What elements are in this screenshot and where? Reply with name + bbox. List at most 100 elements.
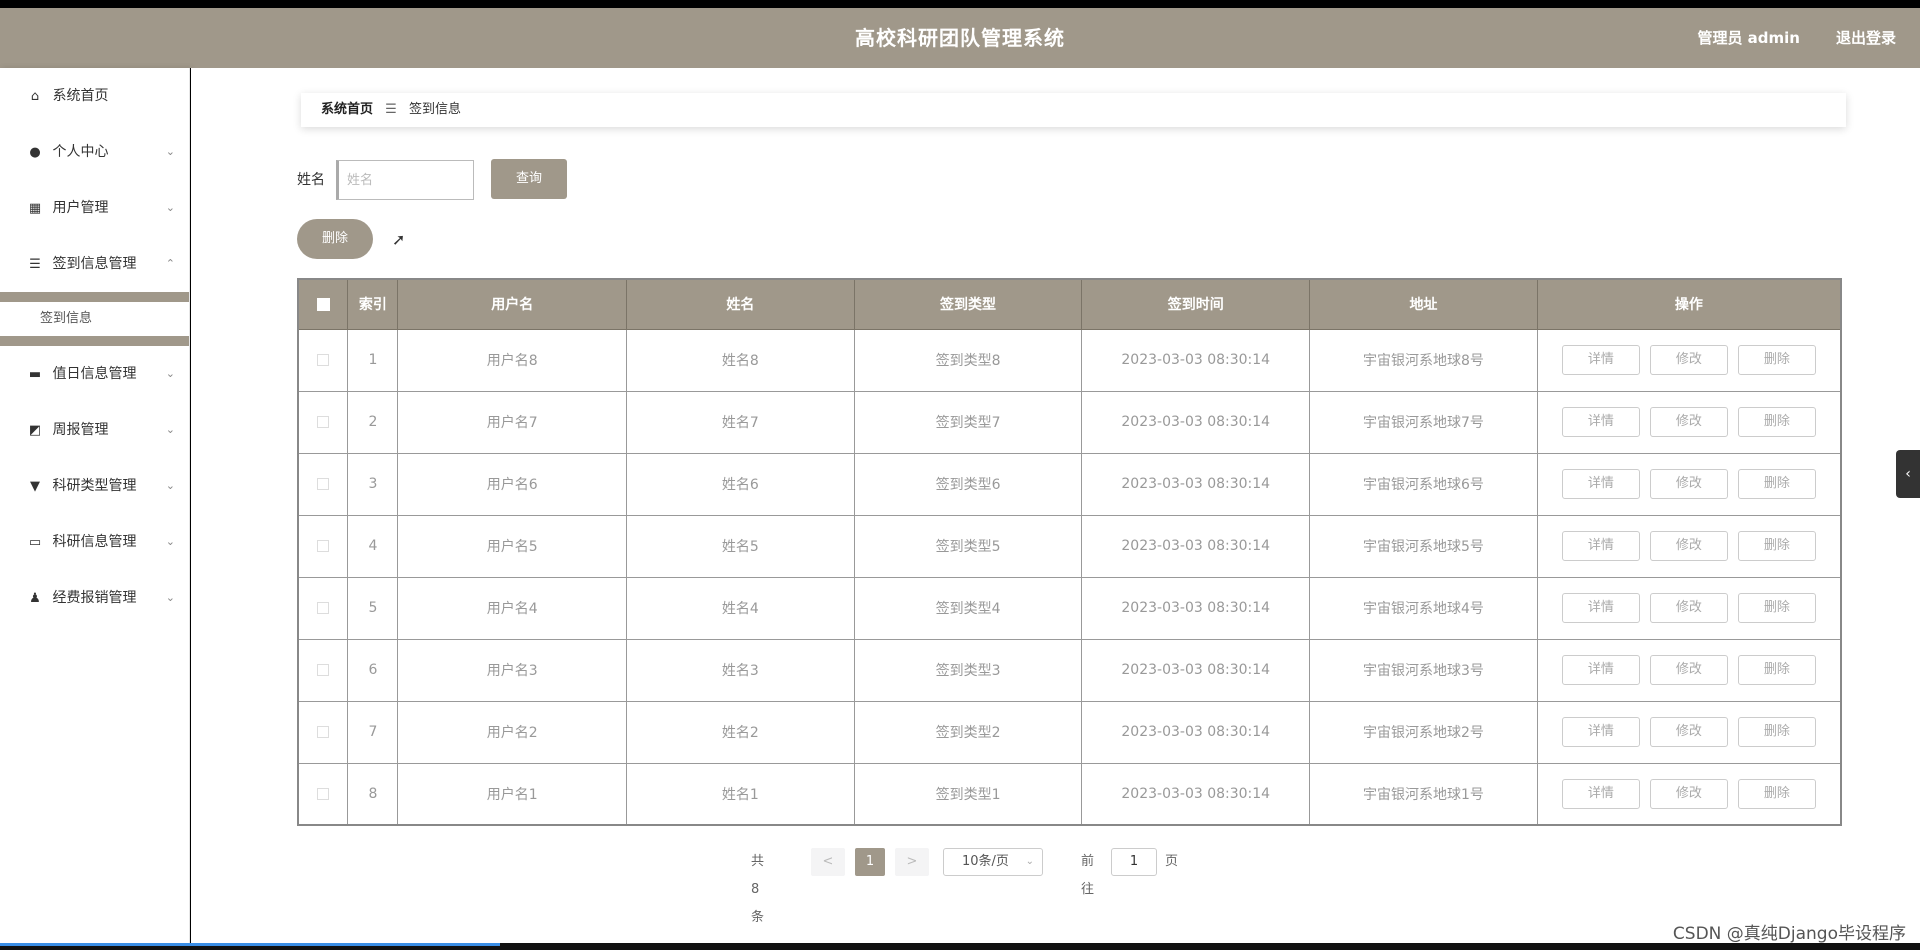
edit-button[interactable]: 修改 [1649,778,1728,809]
address-cell: 宇宙银河系地球6号 [1309,452,1538,516]
user-icon: ● [29,145,41,160]
logout-link[interactable]: 退出登录 [1836,8,1896,68]
sidebar-item-research-info[interactable]: ▭ 科研信息管理 ⌄ [0,514,189,570]
address-cell: 宇宙银河系地球7号 [1309,390,1538,454]
detail-button[interactable]: 详情 [1561,655,1640,685]
delete-button[interactable]: 删除 [1737,407,1816,437]
sidebar-item-weekly[interactable]: ◩ 周报管理 ⌄ [0,402,189,458]
table-row: 3 用户名6 姓名6 签到类型6 2023-03-03 08:30:14 宇宙银河系地球6… [297,452,1842,516]
name-cell: 姓名1 [626,762,855,826]
current-user: 管理员 admin [1697,29,1800,47]
signin-type-cell: 签到类型4 [853,576,1083,640]
sidebar-item-home[interactable]: ⌂ 系统首页 [0,68,189,124]
select-all-checkbox[interactable] [316,297,330,311]
batch-delete-button[interactable]: 删除 [297,219,373,259]
row-checkbox[interactable] [317,787,330,800]
sidebar: ⌂ 系统首页 ● 个人中心 ⌄ ▦ 用户管理 ⌄ ☰ 签到信息管理 ⌃ 签到信息… [0,68,190,943]
home-icon: ⌂ [30,89,40,104]
sidebar-item-duty[interactable]: ▬ 值日信息管理 ⌄ [0,346,189,402]
row-checkbox[interactable] [317,726,330,738]
goto-page-input[interactable]: 1 [1111,848,1157,876]
address-cell: 宇宙银河系地球4号 [1309,576,1538,640]
detail-button[interactable]: 详情 [1561,593,1640,623]
page-size-select[interactable]: 10条/页 ⌄ [943,848,1043,876]
index-cell: 4 [347,514,399,578]
edit-button[interactable]: 修改 [1649,593,1728,623]
app-title: 高校科研团队管理系统 [855,26,1065,50]
sidebar-subitem-signin-info[interactable]: 签到信息 [0,302,189,336]
edit-button[interactable]: 修改 [1649,531,1728,561]
prev-page-button[interactable]: < [811,848,845,876]
row-checkbox[interactable] [317,664,330,676]
row-checkbox[interactable] [317,602,330,614]
collapse-panel-button[interactable]: ‹ [1896,450,1920,498]
delete-button[interactable]: 删除 [1737,717,1816,747]
sidebar-item-label: 科研类型管理 [52,478,137,494]
list-icon: ☰ [29,257,41,272]
name-cell: 姓名8 [626,328,855,392]
delete-button[interactable]: 删除 [1737,655,1816,685]
actions-cell: 详情 修改 删除 [1536,328,1842,392]
monitor-icon: ▭ [28,535,42,550]
delete-button[interactable]: 删除 [1737,469,1816,499]
name-cell: 姓名2 [626,700,855,764]
row-checkbox[interactable] [317,354,330,366]
detail-button[interactable]: 详情 [1561,778,1640,809]
sidebar-item-users[interactable]: ▦ 用户管理 ⌄ [0,180,189,236]
signin-time-cell: 2023-03-03 08:30:14 [1081,328,1311,392]
sidebar-item-label: 经费报销管理 [52,590,137,606]
detail-button[interactable]: 详情 [1561,531,1640,561]
table-row: 4 用户名5 姓名5 签到类型5 2023-03-03 08:30:14 宇宙银河系地球5… [297,514,1842,578]
row-checkbox[interactable] [317,478,330,490]
edit-button[interactable]: 修改 [1649,469,1728,499]
sidebar-item-profile[interactable]: ● 个人中心 ⌄ [0,124,189,180]
row-checkbox[interactable] [317,540,330,552]
select-cell [297,576,349,640]
search-name-input[interactable] [336,160,474,200]
column-header: 用户名 [397,278,628,330]
sidebar-item-research-type[interactable]: ▼ 科研类型管理 ⌄ [0,458,189,514]
delete-button[interactable]: 删除 [1737,593,1816,623]
actions-cell: 详情 修改 删除 [1536,390,1842,454]
app-header: 高校科研团队管理系统 管理员 admin 退出登录 [0,8,1920,68]
watermark: CSDN @真纯Django毕设程序 [1672,924,1906,944]
select-all-cell [297,278,349,330]
signin-type-cell: 签到类型1 [853,762,1083,826]
detail-button[interactable]: 详情 [1561,345,1640,375]
signin-time-cell: 2023-03-03 08:30:14 [1081,390,1311,454]
select-cell [297,700,349,764]
edit-button[interactable]: 修改 [1649,717,1728,747]
page-number-button[interactable]: 1 [855,848,885,876]
sidebar-item-signin[interactable]: ☰ 签到信息管理 ⌃ [0,236,189,292]
delete-button[interactable]: 删除 [1737,778,1816,809]
column-header: 姓名 [626,278,855,330]
query-button[interactable]: 查询 [491,159,567,199]
signin-time-cell: 2023-03-03 08:30:14 [1081,762,1311,826]
actions-cell: 详情 修改 删除 [1536,638,1842,702]
breadcrumb-home[interactable]: 系统首页 [321,102,373,117]
detail-button[interactable]: 详情 [1561,717,1640,747]
sidebar-item-expense[interactable]: ♟ 经费报销管理 ⌄ [0,570,189,626]
delete-button[interactable]: 删除 [1737,345,1816,375]
signin-time-cell: 2023-03-03 08:30:14 [1081,638,1311,702]
name-cell: 姓名4 [626,576,855,640]
delete-button[interactable]: 删除 [1737,531,1816,561]
username-cell: 用户名6 [397,452,628,516]
detail-button[interactable]: 详情 [1561,407,1640,437]
breadcrumb-separator-icon: ☰ [385,102,397,117]
next-page-button[interactable]: > [895,848,929,876]
row-checkbox[interactable] [317,416,330,428]
index-cell: 6 [347,638,399,702]
edit-button[interactable]: 修改 [1649,655,1728,685]
edit-button[interactable]: 修改 [1649,407,1728,437]
column-header: 索引 [347,278,399,330]
index-cell: 5 [347,576,399,640]
detail-button[interactable]: 详情 [1561,469,1640,499]
index-cell: 8 [347,762,399,826]
signin-type-cell: 签到类型5 [853,514,1083,578]
address-cell: 宇宙银河系地球5号 [1309,514,1538,578]
name-cell: 姓名6 [626,452,855,516]
ticket-icon: ▬ [28,367,42,382]
edit-button[interactable]: 修改 [1649,345,1728,375]
sidebar-item-label: 个人中心 [52,144,109,160]
